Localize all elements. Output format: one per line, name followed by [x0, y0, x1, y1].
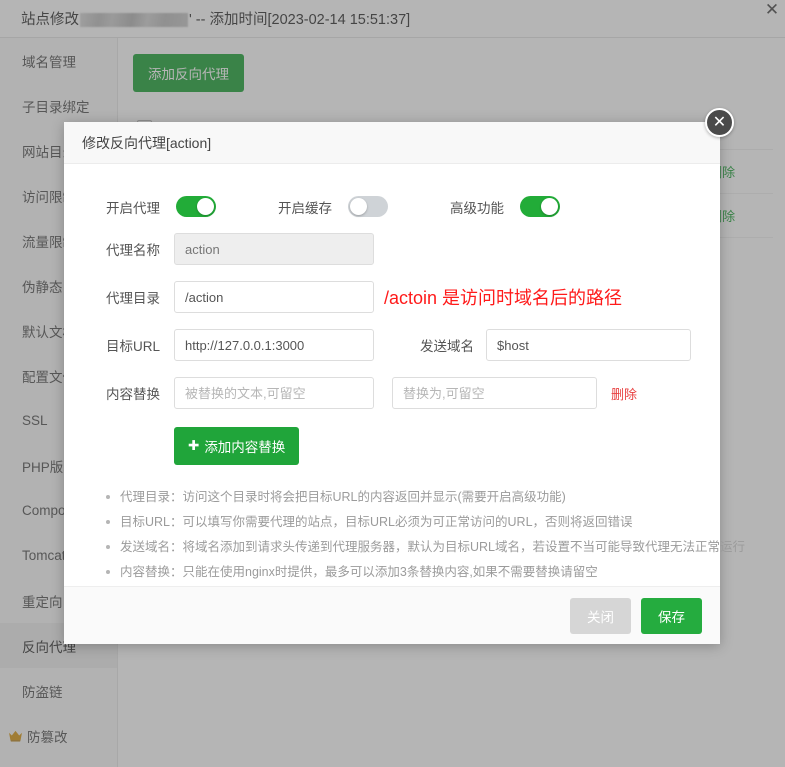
toggle-row: 开启代理 开启缓存 高级功能: [88, 196, 696, 217]
proxy-name-row: 代理名称: [88, 233, 696, 265]
enable-cache-label: 开启缓存: [278, 200, 332, 216]
help-item: 目标URL：可以填写你需要代理的站点，目标URL必须为可正常访问的URL，否则将…: [106, 510, 696, 535]
toggle-group-advanced: 高级功能: [450, 196, 560, 217]
proxy-name-label: 代理名称: [106, 243, 160, 258]
content-replace-row: 内容替换 删除: [88, 377, 696, 409]
content-replace-to-input[interactable]: [392, 377, 597, 409]
toggle-knob: [541, 198, 558, 215]
content-replace-label: 内容替换: [106, 387, 160, 402]
advanced-feature-label: 高级功能: [450, 200, 504, 216]
app-window: 站点修改 ' -- 添加时间[2023-02-14 15:51:37] ✕ 域名…: [0, 0, 785, 767]
add-content-replace-label: 添加内容替换: [204, 440, 286, 455]
target-url-input[interactable]: [174, 329, 374, 361]
help-text-list: 代理目录：访问这个目录时将会把目标URL的内容返回并显示(需要开启高级功能) 目…: [106, 485, 745, 585]
annotation-text: /actoin 是访问时域名后的路径: [384, 288, 623, 308]
close-icon[interactable]: ✕: [705, 108, 734, 137]
toggle-knob: [350, 198, 367, 215]
advanced-feature-toggle[interactable]: [520, 196, 560, 217]
edit-reverse-proxy-dialog: ✕ 修改反向代理[action] 开启代理 开启缓存 高级功能 代理名称 act…: [64, 108, 745, 644]
save-button[interactable]: 保存: [641, 597, 702, 634]
send-domain-label: 发送域名: [420, 339, 474, 354]
add-content-replace-button[interactable]: ✚ 添加内容替换: [174, 427, 300, 465]
dialog-body: 开启代理 开启缓存 高级功能 代理名称 代理目录: [64, 164, 745, 585]
proxy-dir-label: 代理目录: [106, 291, 160, 306]
target-url-label: 目标URL: [105, 339, 160, 354]
toggle-group-proxy: 开启代理: [106, 196, 216, 217]
enable-proxy-toggle[interactable]: [176, 196, 216, 217]
dialog-title: 修改反向代理[action]: [82, 134, 212, 151]
proxy-dir-input[interactable]: [174, 281, 374, 313]
help-item: 内容替换：只能在使用nginx时提供，最多可以添加3条替换内容,如果不需要替换请…: [106, 560, 696, 585]
send-domain-input[interactable]: [486, 329, 691, 361]
close-button[interactable]: 关闭: [570, 597, 631, 634]
proxy-dir-row: 代理目录 /actoin 是访问时域名后的路径: [88, 281, 696, 313]
toggle-knob: [197, 198, 214, 215]
proxy-name-input[interactable]: [174, 233, 374, 265]
plus-icon: ✚: [188, 438, 200, 453]
help-item: 发送域名：将域名添加到请求头传递到代理服务器，默认为目标URL域名，若设置不当可…: [106, 535, 745, 560]
delete-replace-link[interactable]: 删除: [611, 384, 637, 403]
toggle-group-cache: 开启缓存: [278, 196, 388, 217]
target-url-row: 目标URL 发送域名: [88, 329, 696, 361]
content-replace-from-input[interactable]: [174, 377, 374, 409]
enable-proxy-label: 开启代理: [106, 200, 160, 216]
help-item: 代理目录：访问这个目录时将会把目标URL的内容返回并显示(需要开启高级功能): [106, 485, 696, 510]
enable-cache-toggle[interactable]: [348, 196, 388, 217]
dialog-title-bar: 修改反向代理[action]: [64, 122, 720, 164]
dialog-footer: 关闭 保存: [64, 586, 720, 644]
